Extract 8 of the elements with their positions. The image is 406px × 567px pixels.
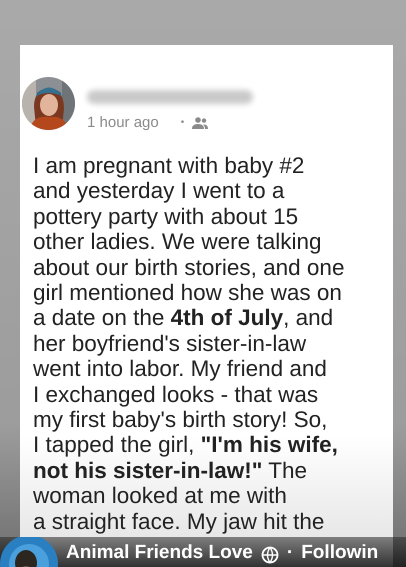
post-text: I am pregnant with baby #2 and yesterday I went to a pottery party with about 15 other ladies. We were talking about our birth stories, and one girl mentioned how she was on a date on the 4th of July, and her boyfriend's sister-in-law went into labor. My friend and I exchanged looks - that was my first baby's birth story! So, I tapped the girl, "I'm his wife, not his sister-in-law!" The woman looked at me with a straight face. My jaw hit the — [33, 153, 346, 534]
following-label[interactable]: Followin — [301, 542, 378, 564]
people-icon — [192, 116, 208, 128]
post-time: 1 hour ago — [87, 114, 159, 131]
separator-dot: • — [180, 117, 184, 128]
account-name[interactable]: Animal Friends Love — [66, 542, 253, 564]
separator-dot: · — [286, 542, 294, 564]
globe-icon — [260, 546, 279, 564]
